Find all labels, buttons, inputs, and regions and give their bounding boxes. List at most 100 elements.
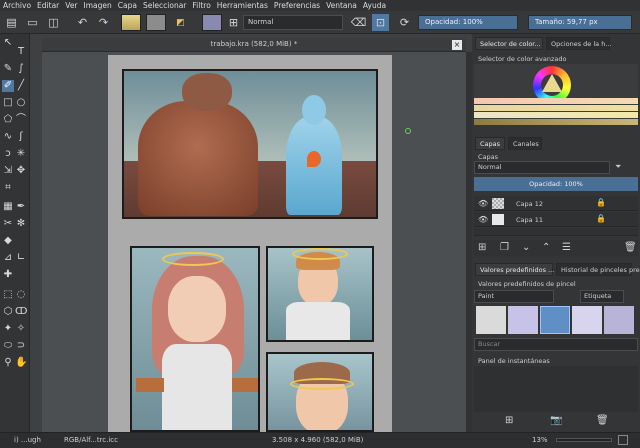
brush-preset-2[interactable] xyxy=(508,306,538,334)
brush-preset-4[interactable] xyxy=(572,306,602,334)
add-layer-icon[interactable]: ⊞ xyxy=(478,242,486,253)
menu-ventana[interactable]: Ventana xyxy=(323,1,360,10)
eraser-icon[interactable]: ⌫ xyxy=(350,14,367,31)
delete-snapshot-icon[interactable]: 🗑 xyxy=(596,415,609,426)
bezier-select-icon[interactable]: ⬭ xyxy=(2,340,14,352)
filter-icon[interactable]: ⏷ xyxy=(615,162,621,172)
colorize-mask-icon[interactable]: ✂ xyxy=(2,218,14,230)
menu-filtro[interactable]: Filtro xyxy=(189,1,213,10)
preserve-alpha-icon[interactable]: ⊡ xyxy=(372,14,389,31)
fg-bg-color-icon[interactable]: ◩ xyxy=(172,14,189,31)
zoom-slider[interactable] xyxy=(556,438,612,442)
polygon-select-icon[interactable]: ⬡ xyxy=(2,306,14,318)
edit-shapes-icon[interactable]: ✎ xyxy=(2,63,14,75)
bezier-tool-icon[interactable]: ∿ xyxy=(2,131,14,143)
duplicate-layer-icon[interactable]: ❐ xyxy=(500,242,509,253)
rotate-icon[interactable] xyxy=(618,435,628,445)
undo-icon[interactable]: ↶ xyxy=(74,14,91,31)
ellipse-select-icon[interactable]: ◌ xyxy=(15,289,27,301)
color-triangle[interactable] xyxy=(542,74,562,92)
tab-brush-history[interactable]: Historial de pinceles pre... xyxy=(556,263,640,276)
text-tool-icon[interactable]: T xyxy=(15,46,27,58)
visibility-eye-icon[interactable]: 👁 xyxy=(478,215,488,224)
tab-tool-options[interactable]: Opciones de la h... xyxy=(546,37,612,50)
layer-name[interactable]: Capa 11 xyxy=(516,216,543,224)
comic-page[interactable] xyxy=(108,55,392,432)
pan-tool-icon[interactable]: ✋ xyxy=(15,357,27,369)
visibility-eye-icon[interactable]: 👁 xyxy=(478,199,488,208)
redo-icon[interactable]: ↷ xyxy=(95,14,112,31)
pattern-swatch[interactable] xyxy=(146,14,166,31)
color-bar-3[interactable] xyxy=(474,112,638,118)
open-document-icon[interactable]: ▭ xyxy=(24,14,41,31)
line-tool-icon[interactable]: ╱ xyxy=(15,80,27,92)
brush-tag2-select[interactable]: Etiqueta xyxy=(580,290,624,303)
menu-editar[interactable]: Editar xyxy=(34,1,62,10)
layer-blend-select[interactable]: Normal xyxy=(474,161,610,174)
assistant-tool-icon[interactable]: ⊿ xyxy=(2,252,14,264)
new-document-icon[interactable]: ▤ xyxy=(3,14,20,31)
document-tab[interactable]: trabajo.kra (582,0 MiB) * xyxy=(42,38,466,52)
layer-properties-icon[interactable]: ☰ xyxy=(562,242,571,253)
similar-select-icon[interactable]: ✧ xyxy=(15,323,27,335)
dynamic-brush-icon[interactable]: ↄ xyxy=(2,148,14,160)
smart-patch-icon[interactable]: ✻ xyxy=(15,218,27,230)
add-snapshot-icon[interactable]: ⊞ xyxy=(505,415,513,426)
opacity-slider[interactable]: Opacidad: 100% xyxy=(418,15,518,30)
size-slider[interactable]: Tamaño: 59,77 px xyxy=(528,15,632,30)
brush-preset-5[interactable] xyxy=(604,306,634,334)
brush-preset-1[interactable] xyxy=(476,306,506,334)
color-bar-2[interactable] xyxy=(474,105,638,111)
polyline-tool-icon[interactable]: ⌒ xyxy=(15,114,27,126)
color-picker-icon[interactable]: ✒ xyxy=(15,201,27,213)
move-down-icon[interactable]: ⌄ xyxy=(522,242,530,253)
brush-tag-select[interactable]: Paint xyxy=(474,290,554,303)
save-icon[interactable]: ◫ xyxy=(45,14,62,31)
tab-channels[interactable]: Canales xyxy=(508,137,542,150)
magnetic-select-icon[interactable]: ⊃ xyxy=(15,340,27,352)
menu-ver[interactable]: Ver xyxy=(62,1,80,10)
menu-herramientas[interactable]: Herramientas xyxy=(214,1,271,10)
freehand-path-icon[interactable]: ʃ xyxy=(15,131,27,143)
camera-icon[interactable]: 📷 xyxy=(550,415,562,426)
gradient-swatch[interactable] xyxy=(121,14,141,31)
freehand-brush-icon[interactable]: ✐ xyxy=(2,80,14,92)
select-shapes-icon[interactable]: ↖ xyxy=(2,37,14,49)
color-bar-4[interactable] xyxy=(474,119,638,125)
menu-ayuda[interactable]: Ayuda xyxy=(360,1,389,10)
menu-capa[interactable]: Capa xyxy=(115,1,140,10)
blend-mode-select[interactable]: Normal xyxy=(243,15,343,30)
fill-tool-icon[interactable]: ◆ xyxy=(2,235,14,247)
rect-select-icon[interactable]: ⬚ xyxy=(2,289,14,301)
status-colorspace[interactable]: RGB/Alf...trc.icc xyxy=(64,436,118,444)
layer-row[interactable] xyxy=(474,228,638,236)
menu-seleccionar[interactable]: Seleccionar xyxy=(140,1,189,10)
close-document-icon[interactable]: × xyxy=(452,40,462,50)
freehand-select-icon[interactable]: ↀ xyxy=(15,306,27,318)
transform-tool-icon[interactable]: ⇲ xyxy=(2,165,14,177)
refresh-icon[interactable]: ⟳ xyxy=(396,14,413,31)
gradient-tool-icon[interactable]: ▦ xyxy=(2,201,14,213)
brush-preset-3[interactable] xyxy=(540,306,570,334)
lock-icon[interactable]: 🔒 xyxy=(596,198,606,207)
rectangle-tool-icon[interactable]: □ xyxy=(2,97,14,109)
polygon-tool-icon[interactable]: ⬠ xyxy=(2,114,14,126)
menu-imagen[interactable]: Imagen xyxy=(81,1,115,10)
delete-layer-icon[interactable]: 🗑 xyxy=(624,242,637,253)
ellipse-tool-icon[interactable]: ○ xyxy=(15,97,27,109)
brush-search-input[interactable]: Buscar xyxy=(474,338,638,351)
calligraphy-icon[interactable]: ∫ xyxy=(15,63,27,75)
tab-layers[interactable]: Capas xyxy=(475,137,505,150)
color-bar-1[interactable] xyxy=(474,98,638,104)
zoom-tool-icon[interactable]: ⚲ xyxy=(2,357,14,369)
reference-tool-icon[interactable]: ✚ xyxy=(2,269,14,281)
grid-icon[interactable]: ⊞ xyxy=(225,14,242,31)
move-tool-icon[interactable]: ✥ xyxy=(15,165,27,177)
measure-tool-icon[interactable]: ∟ xyxy=(15,252,27,264)
crop-tool-icon[interactable]: ⌗ xyxy=(2,182,14,194)
tab-color-selector[interactable]: Selector de color... xyxy=(475,37,543,50)
move-up-icon[interactable]: ⌃ xyxy=(542,242,550,253)
lock-icon[interactable]: 🔒 xyxy=(596,214,606,223)
brush-preset-swatch[interactable] xyxy=(202,14,222,31)
tab-brush-presets[interactable]: Valores predefinidos ... xyxy=(475,263,554,276)
